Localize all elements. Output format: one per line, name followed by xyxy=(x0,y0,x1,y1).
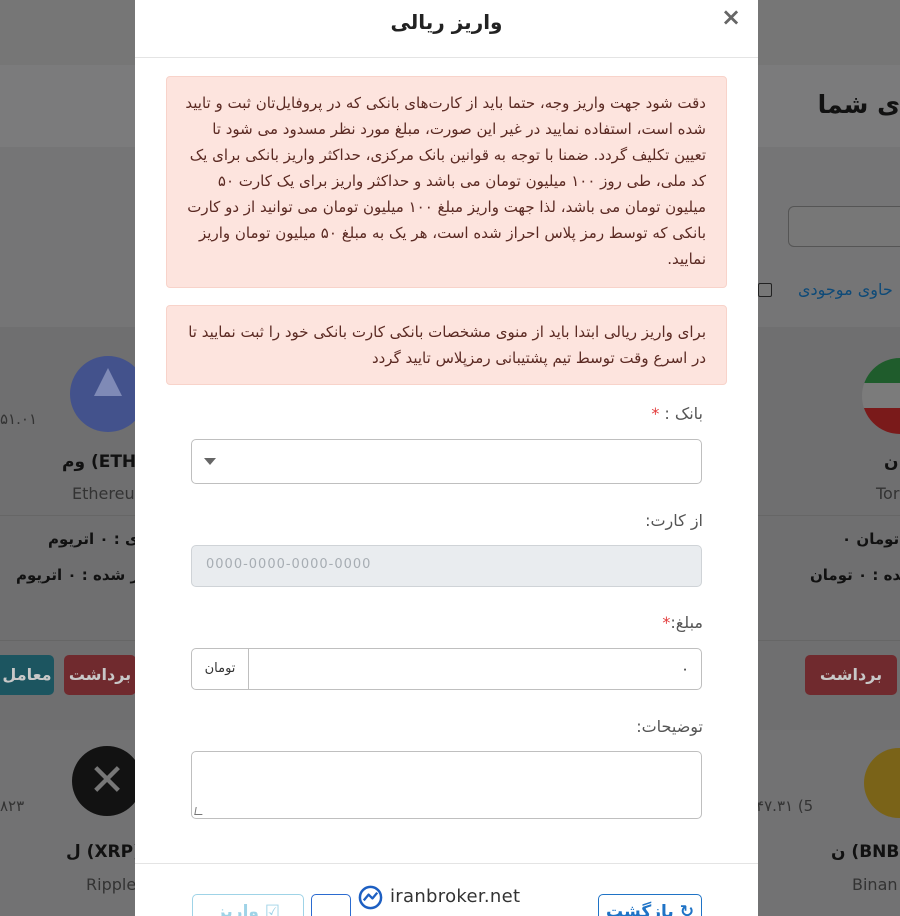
resize-handle-icon[interactable] xyxy=(194,807,204,815)
modal-title: واریز ریالی xyxy=(390,10,503,34)
coin-price: ۸۲۳ xyxy=(0,797,25,815)
coin-price: ۵۱.۰۱ xyxy=(0,410,37,428)
coin-latin-name: Tor xyxy=(876,484,900,503)
coin-name: وم (ETH) xyxy=(62,452,144,472)
coin-deposited: ریز شده : ۰ اتریوم xyxy=(16,566,155,584)
currency-addon: تومان xyxy=(191,648,249,690)
description-label: توضیحات: xyxy=(636,717,703,736)
description-textarea[interactable] xyxy=(191,751,702,819)
bank-label: بانک : * xyxy=(651,404,703,423)
amount-value: ۰ xyxy=(680,660,689,678)
watermark-text: iranbroker.net xyxy=(390,886,521,907)
page-title: ی شما xyxy=(817,90,900,119)
rial-deposit-modal: واریز ریالی × دقت شود جهت واریز وجه، حتم… xyxy=(135,0,758,916)
card-registration-alert: برای واریز ریالی ابتدا باید از منوی مشخص… xyxy=(166,305,727,385)
search-input[interactable] xyxy=(788,206,900,247)
iranbroker-logo-icon xyxy=(358,885,383,910)
coin-latin-name: Binan xyxy=(852,875,898,894)
coin-name: ل (XRP) xyxy=(66,842,141,862)
coin-name: ن (BNB) xyxy=(831,842,900,862)
has-balance-filter-label[interactable]: حاوی موجودی xyxy=(798,280,893,299)
coin-latin-name: Ethereu xyxy=(72,484,135,503)
bank-select[interactable] xyxy=(191,439,702,484)
withdraw-button[interactable]: برداشت xyxy=(805,655,897,695)
required-mark: * xyxy=(651,404,660,423)
coin-balance: ۰ تومان xyxy=(842,530,900,548)
card-label: از کارت: xyxy=(645,511,703,530)
amount-input-group: تومان ۰ xyxy=(191,648,702,690)
amount-label: مبلغ:* xyxy=(662,613,703,632)
coin-name: ن xyxy=(884,452,899,472)
back-button[interactable]: بازگشت ↻ xyxy=(598,894,702,916)
has-balance-checkbox[interactable] xyxy=(758,283,772,297)
close-icon[interactable]: × xyxy=(721,3,741,31)
alert-text: دقت شود جهت واریز وجه، حتما باید از کارت… xyxy=(185,94,706,268)
secondary-button[interactable] xyxy=(311,894,351,916)
card-placeholder: 0000-0000-0000-0000 xyxy=(206,557,372,572)
coin-latin-name: Ripple xyxy=(86,875,137,894)
withdraw-button[interactable]: برداشت xyxy=(64,655,136,695)
modal-header: واریز ریالی × xyxy=(135,0,758,58)
amount-input[interactable]: ۰ xyxy=(248,648,702,690)
card-number-field: 0000-0000-0000-0000 xyxy=(191,545,702,587)
deposit-rules-alert: دقت شود جهت واریز وجه، حتما باید از کارت… xyxy=(166,76,727,288)
trade-button[interactable]: معامل xyxy=(0,655,54,695)
coin-balance: دی : ۰ اتریوم xyxy=(48,530,147,548)
chevron-down-icon xyxy=(204,458,216,465)
coin-deposited: شده : ۰ تومان xyxy=(810,566,900,584)
deposit-button[interactable]: واریز ☑ xyxy=(192,894,304,916)
ripple-icon: ✕ xyxy=(72,746,142,816)
alert-text: برای واریز ریالی ابتدا باید از منوی مشخص… xyxy=(188,323,706,367)
